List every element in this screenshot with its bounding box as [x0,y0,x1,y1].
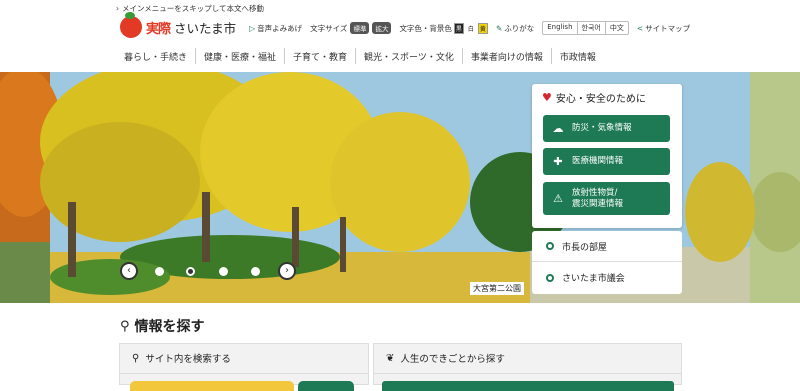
radiation-info-button[interactable]: ⚠ 放射性物質/ 震災関連情報 [543,182,670,215]
slide-prev-button[interactable]: ‹ [120,262,138,280]
language-switcher: English 한국어 中文 [542,21,629,35]
life-events-card: ❦ 人生のできごとから探す [373,343,682,391]
text-size-control: 文字サイズ 標準 拡大 [310,22,392,34]
slide-dot-2[interactable] [186,267,195,276]
nav-item-tourism[interactable]: 観光・スポーツ・文化 [356,48,463,64]
nav-item-city-admin[interactable]: 市政情報 [552,48,604,64]
nav-item-childcare[interactable]: 子育て・教育 [285,48,357,64]
pencil-icon: ✎ [495,23,503,33]
site-logo[interactable]: 実際 さいたま市 [120,12,248,39]
voice-readout-link[interactable]: ▷ 音声よみあげ [249,23,302,34]
utility-bar: ▷ 音声よみあげ 文字サイズ 標準 拡大 文字色・背景色 黒 白 黄 ✎ ふりが… [249,21,698,35]
chevron-right-icon: › [285,265,289,276]
info-search-heading: ⚲ 情報を探す [120,318,205,336]
medical-info-button[interactable]: ✚ 医療機関情報 [543,148,670,175]
heart-icon: ♥ [542,91,552,104]
color-control: 文字色・背景色 黒 白 黄 [399,22,488,34]
leaf-icon: ❦ [386,352,395,364]
sitemap-link[interactable]: < サイトマップ [637,23,690,34]
global-nav: 暮らし・手続き 健康・医療・福祉 子育て・教育 観光・スポーツ・文化 事業者向け… [116,48,684,64]
nav-item-business[interactable]: 事業者向けの情報 [463,48,552,64]
chevron-left-icon: ‹ [127,265,131,276]
warning-icon: ⚠ [553,192,563,205]
nav-item-living[interactable]: 暮らし・手続き [116,48,197,64]
safety-title: ♥ 安心・安全のために [542,91,646,105]
cloud-sun-icon: ☁ [552,122,564,135]
photo-caption: 大宮第二公園 [470,282,524,295]
color-black-button[interactable]: 黒 [453,22,464,34]
color-white-button[interactable]: 白 [465,22,476,34]
speaker-icon: ▷ [249,23,256,33]
slide-next-button[interactable]: › [278,262,296,280]
city-council-link[interactable]: さいたま市議会 [532,262,682,293]
life-events-tab[interactable] [382,381,674,391]
lang-korean[interactable]: 한국어 [578,22,606,34]
site-search-input[interactable] [130,381,294,391]
logo-city-name: さいたま市 [174,20,237,36]
text-size-standard-button[interactable]: 標準 [350,22,370,34]
share-icon: < [636,23,644,33]
lang-english[interactable]: English [543,22,578,34]
site-search-submit-button[interactable] [298,381,354,391]
site-search-title: サイト内を検索する [145,354,231,365]
site-search-card: ⚲ サイト内を検索する [119,343,369,391]
slide-dot-1[interactable] [155,267,164,276]
color-yellow-button[interactable]: 黄 [477,22,488,34]
furigana-link[interactable]: ✎ ふりがな [496,23,534,34]
search-icon: ⚲ [132,352,140,364]
circle-icon [546,242,554,250]
search-icon: ⚲ [120,318,130,334]
quick-links-panel: 市長の部屋 さいたま市議会 [532,231,682,294]
disaster-weather-button[interactable]: ☁ 防災・気象情報 [543,115,670,142]
safety-panel: ♥ 安心・安全のために ☁ 防災・気象情報 ✚ 医療機関情報 ⚠ 放射性物質/ … [532,84,682,228]
nav-item-health[interactable]: 健康・医療・福祉 [196,48,286,64]
mayor-page-link[interactable]: 市長の部屋 [532,231,682,262]
cross-icon: ✚ [553,155,563,168]
life-events-title: 人生のできごとから探す [400,354,505,365]
slide-dot-3[interactable] [219,267,228,276]
lang-chinese[interactable]: 中文 [606,22,628,34]
logo-brand: 実際 [146,21,171,37]
site-header: 実際 さいたま市 ▷ 音声よみあげ 文字サイズ 標準 拡大 文字色・背景色 黒 … [116,12,690,42]
logo-mascot-icon [120,12,142,38]
circle-icon [546,273,554,282]
slide-dot-4[interactable] [251,267,260,276]
text-size-large-button[interactable]: 拡大 [372,22,392,34]
